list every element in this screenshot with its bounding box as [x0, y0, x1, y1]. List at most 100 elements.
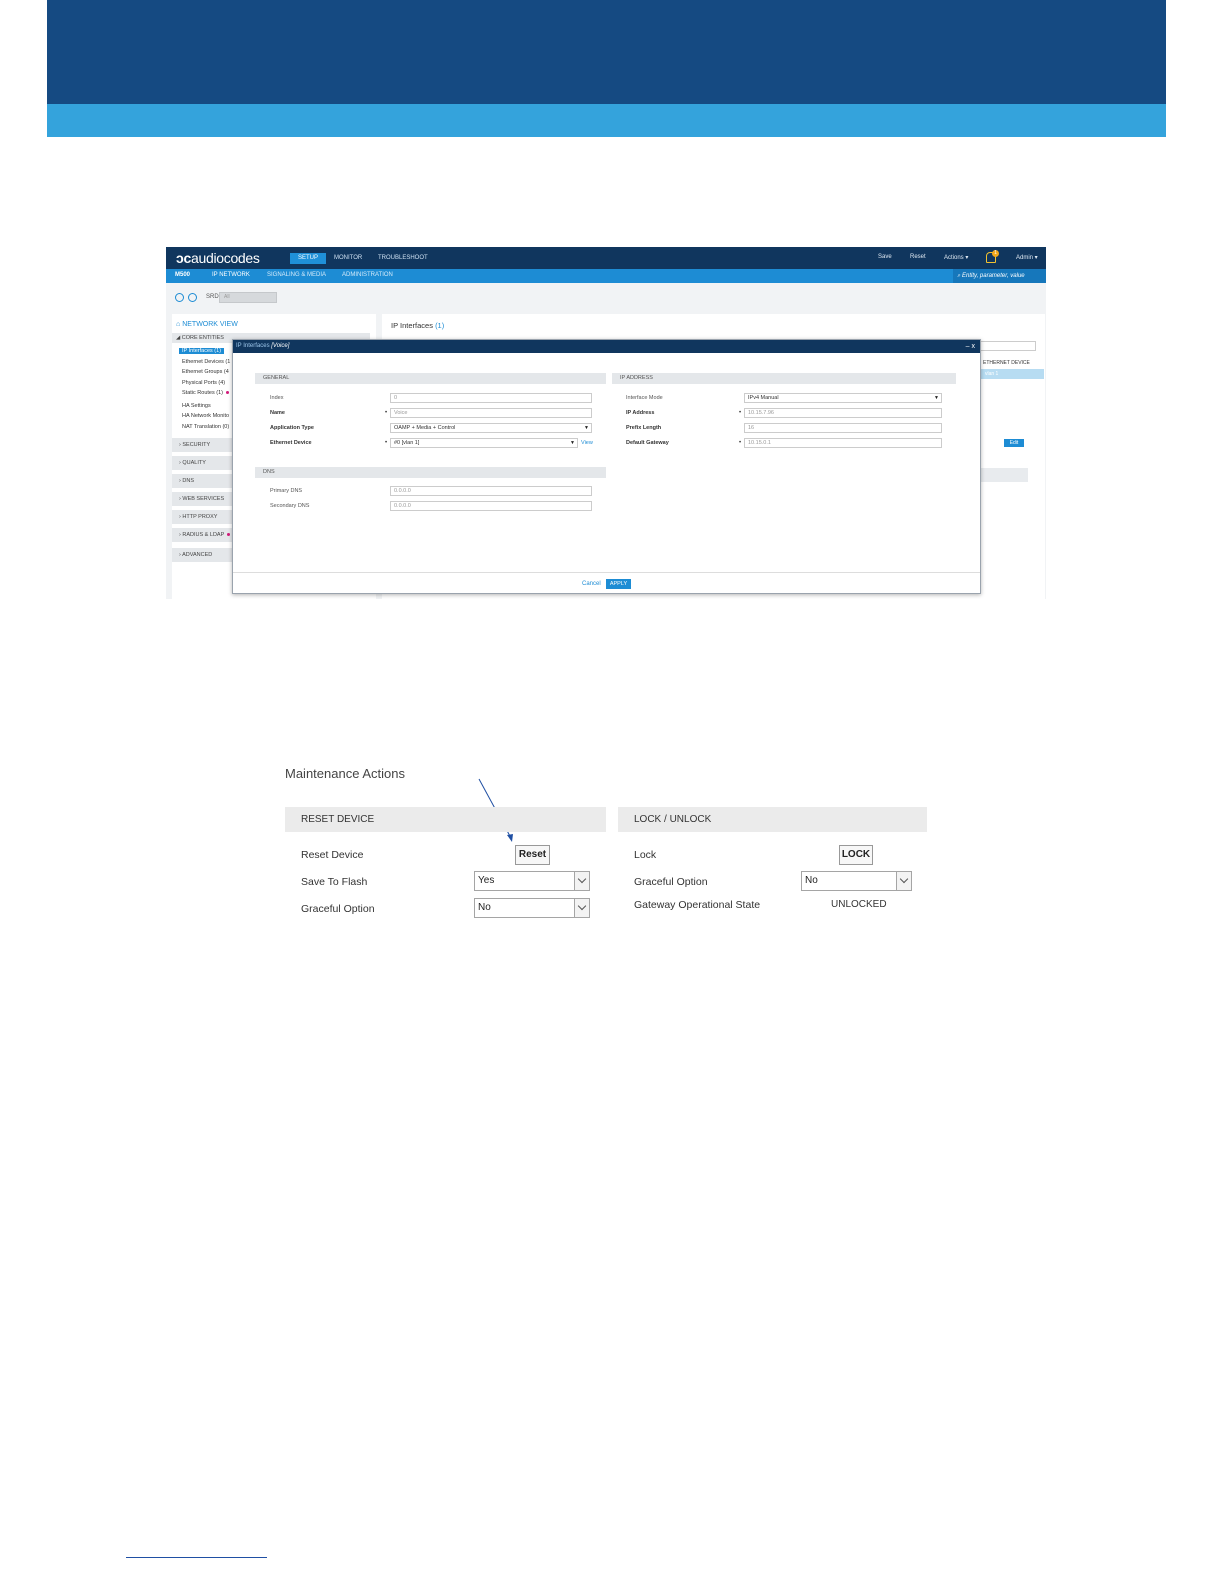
view-link[interactable]: View — [581, 440, 593, 446]
default-gateway-label: Default Gateway — [626, 440, 669, 446]
primary-dns-label: Primary DNS — [270, 488, 303, 494]
detail-row — [980, 468, 1028, 482]
gateway-state-value: UNLOCKED — [831, 899, 887, 910]
reset-button[interactable]: Reset — [910, 254, 926, 260]
audiocodes-logo: ɔcaudiocodes — [176, 250, 260, 266]
tab-administration[interactable]: ADMINISTRATION — [342, 272, 393, 278]
apply-button[interactable]: APPLY — [606, 579, 631, 589]
dialog-window-controls[interactable]: – x — [966, 340, 975, 353]
ethernet-device-select[interactable]: #0 [vlan 1] ▼ — [390, 438, 578, 448]
tree-item-static-routes[interactable]: Static Routes (1) — [182, 390, 229, 396]
notification-badge: 1 — [992, 250, 999, 257]
caret-down-icon: ▼ — [584, 425, 589, 431]
lock-unlock-header: LOCK / UNLOCK — [618, 807, 927, 832]
interface-mode-label: Interface Mode — [626, 395, 663, 401]
tab-signaling-media[interactable]: SIGNALING & MEDIA — [267, 272, 326, 278]
lock-label: Lock — [634, 849, 657, 861]
secondary-dns-label: Secondary DNS — [270, 503, 310, 509]
tree-item-physical-ports[interactable]: Physical Ports (4) — [182, 380, 225, 386]
save-to-flash-label: Save To Flash — [301, 876, 368, 888]
device-name: M500 — [175, 272, 191, 278]
page-title: IP Interfaces (1) — [391, 321, 445, 330]
save-to-flash-select[interactable]: Yes — [474, 871, 590, 891]
column-header-ethernet-device: ETHERNET DEVICE — [983, 360, 1030, 366]
top-navbar: ɔcaudiocodes SETUP MONITOR TROUBLESHOOT … — [166, 247, 1046, 269]
tree-item-ethernet-devices[interactable]: Ethernet Devices (1 — [182, 359, 230, 365]
section-quality[interactable]: › QUALITY — [172, 456, 232, 470]
section-general: GENERAL — [255, 373, 606, 384]
reset-device-label: Reset Device — [301, 849, 364, 861]
section-advanced[interactable]: › ADVANCED — [172, 548, 232, 562]
section-web-services[interactable]: › WEB SERVICES — [172, 492, 232, 506]
modified-dot-icon — [227, 533, 231, 537]
search-input[interactable]: ⌕ Entity, parameter, value — [953, 269, 1046, 283]
network-view-link[interactable]: ⌂ NETWORK VIEW — [176, 321, 238, 328]
dialog-footer: Cancel APPLY — [233, 572, 980, 594]
tree-item-ip-interfaces[interactable]: IP Interfaces (1) — [179, 348, 225, 354]
edit-button[interactable]: Edit — [1004, 439, 1024, 447]
admin-menu[interactable]: Admin ▾ — [1016, 254, 1038, 261]
save-button[interactable]: Save — [878, 254, 892, 260]
tree-item-ha-settings[interactable]: HA Settings — [182, 403, 211, 409]
tab-ip-network[interactable]: IP NETWORK — [212, 272, 250, 278]
prefix-length-label: Prefix Length — [626, 425, 662, 431]
application-type-select[interactable]: OAMP + Media + Control ▼ — [390, 423, 592, 433]
section-http-proxy[interactable]: › HTTP PROXY — [172, 510, 232, 524]
reset-button[interactable]: Reset — [515, 845, 550, 865]
tab-setup[interactable]: SETUP — [290, 253, 327, 264]
chevron-down-icon — [896, 872, 911, 890]
tree-item-ethernet-groups[interactable]: Ethernet Groups (4 — [182, 369, 229, 375]
page-header-band — [47, 0, 1166, 104]
index-label: Index — [270, 395, 284, 401]
tab-troubleshoot[interactable]: TROUBLESHOOT — [370, 253, 436, 264]
secondary-dns-field[interactable]: 0.0.0.0 — [390, 501, 592, 511]
table-search-input[interactable] — [980, 341, 1036, 351]
tree-item-ha-network-monitor[interactable]: HA Network Monito — [182, 413, 229, 419]
caret-down-icon: ▼ — [570, 440, 575, 446]
forward-icon[interactable] — [188, 293, 197, 302]
required-marker: • — [385, 410, 388, 416]
graceful-option-label: Graceful Option — [301, 903, 375, 915]
cancel-button[interactable]: Cancel — [582, 581, 601, 587]
gateway-state-label: Gateway Operational State — [634, 899, 761, 911]
prefix-length-field[interactable]: 16 — [744, 423, 942, 433]
section-security[interactable]: › SECURITY — [172, 438, 232, 452]
ip-address-label: IP Address — [626, 410, 655, 416]
primary-dns-field[interactable]: 0.0.0.0 — [390, 486, 592, 496]
lock-button[interactable]: LOCK — [839, 845, 873, 865]
chevron-down-icon — [574, 899, 589, 917]
reset-device-header: RESET DEVICE — [285, 807, 606, 832]
dialog-title: IP Interfaces [Voice] – x — [233, 340, 980, 353]
back-icon[interactable] — [175, 293, 184, 302]
table-row[interactable]: vlan 1 — [981, 369, 1044, 379]
ethernet-device-label: Ethernet Device — [270, 440, 312, 446]
web-ui-screenshot: ɔcaudiocodes SETUP MONITOR TROUBLESHOOT … — [166, 247, 1046, 599]
required-marker: • — [739, 440, 742, 446]
caret-down-icon: ▼ — [934, 395, 939, 401]
section-dns[interactable]: › DNS — [172, 474, 232, 488]
lock-graceful-option-label: Graceful Option — [634, 876, 708, 888]
graceful-option-select[interactable]: No — [474, 898, 590, 918]
sub-navbar: M500 IP NETWORK SIGNALING & MEDIA ADMINI… — [166, 269, 1046, 283]
modified-dot-icon — [225, 391, 229, 395]
index-field[interactable]: 0 — [390, 393, 592, 403]
lock-graceful-option-select[interactable]: No — [801, 871, 912, 891]
application-type-label: Application Type — [270, 425, 314, 431]
default-gateway-field[interactable]: 10.15.0.1 — [744, 438, 942, 448]
tab-monitor[interactable]: MONITOR — [326, 253, 370, 264]
footnote-separator — [126, 1557, 267, 1558]
name-label: Name — [270, 410, 285, 416]
name-field[interactable]: Voice — [390, 408, 592, 418]
interface-mode-select[interactable]: IPv4 Manual ▼ — [744, 393, 942, 403]
required-marker: • — [739, 410, 742, 416]
section-ip-address: IP ADDRESS — [612, 373, 956, 384]
required-marker: • — [385, 440, 388, 446]
ip-address-field[interactable]: 10.15.7.96 — [744, 408, 942, 418]
actions-menu[interactable]: Actions ▾ — [944, 254, 968, 261]
tree-item-nat-translation[interactable]: NAT Translation (0) — [182, 424, 229, 430]
srd-select[interactable]: All — [219, 292, 277, 303]
section-radius-ldap[interactable]: › RADIUS & LDAP — [172, 528, 232, 542]
srd-label: SRD — [206, 294, 219, 300]
maintenance-title: Maintenance Actions — [285, 766, 405, 781]
page-header-stripe — [47, 104, 1166, 137]
